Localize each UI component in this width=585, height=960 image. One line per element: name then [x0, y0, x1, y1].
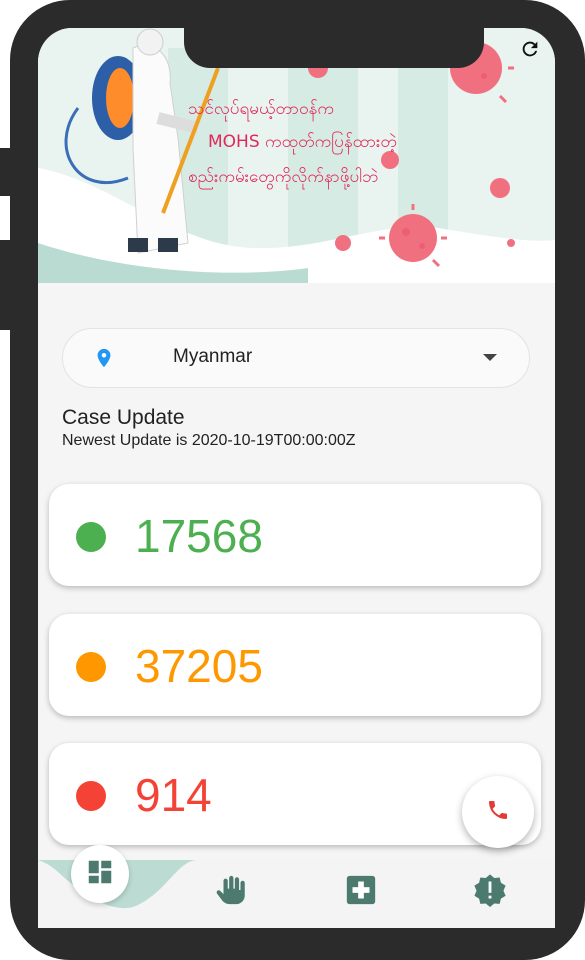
- side-button: [0, 148, 12, 196]
- nav-item-hand[interactable]: [212, 872, 252, 912]
- case-update-title: Case Update: [62, 406, 185, 429]
- banner-text-line: MOHS ကထုတ်ကပြန်ထားတဲ့: [208, 132, 397, 152]
- phone-notch: [184, 28, 484, 68]
- hand-icon: [215, 873, 249, 912]
- stat-value: 17568: [135, 510, 263, 562]
- dashboard-icon: [85, 857, 115, 892]
- hospital-icon: [344, 873, 378, 912]
- banner-text-line: သင်လုပ်ရမယ့်တာဝန်က: [188, 99, 334, 119]
- stat-value: 37205: [135, 640, 263, 692]
- nav-item-alert[interactable]: [470, 872, 510, 912]
- status-dot: [76, 522, 106, 552]
- alert-icon: [473, 873, 507, 912]
- side-button: [0, 240, 12, 330]
- nav-item-hospital[interactable]: [341, 872, 381, 912]
- banner-text-line: စည်းကမ်းတွေကိုလိုက်နာဖို့ပါဘဲ: [188, 167, 379, 187]
- location-pin-icon: [93, 345, 115, 376]
- app-screen: သင်လုပ်ရမယ့်တာဝန်က MOHS ကထုတ်ကပြန်ထားတဲ့…: [38, 28, 555, 928]
- country-value: Myanmar: [173, 346, 253, 367]
- stat-card: 37205: [49, 614, 541, 716]
- call-button[interactable]: [462, 776, 534, 848]
- phone-icon: [486, 798, 510, 827]
- country-select[interactable]: Myanmar: [62, 328, 530, 388]
- chevron-down-icon: [483, 354, 497, 361]
- refresh-icon[interactable]: [517, 36, 543, 62]
- status-dot: [76, 781, 106, 811]
- case-update-subtitle: Newest Update is 2020-10-19T00:00:00Z: [62, 432, 356, 449]
- bottom-nav: [38, 845, 555, 928]
- nav-item-dashboard[interactable]: [71, 845, 129, 903]
- stat-card: 17568: [49, 484, 541, 586]
- stat-value: 914: [135, 769, 212, 821]
- status-dot: [76, 652, 106, 682]
- nav-highlight: [38, 860, 198, 909]
